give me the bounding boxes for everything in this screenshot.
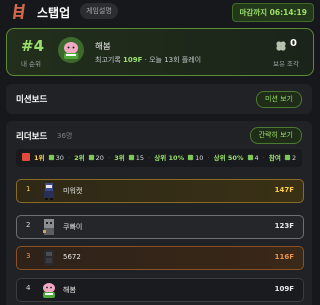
avatar bbox=[44, 250, 54, 265]
reward-tier-label: 1위 bbox=[33, 154, 45, 162]
reward-tier-label: 상위 10% bbox=[154, 154, 185, 162]
leaderboard-row[interactable]: 3 5672 116F bbox=[16, 246, 304, 270]
leaderboard-row[interactable]: 4 해봄 109F bbox=[16, 278, 304, 302]
row-rank: 1 bbox=[26, 185, 31, 193]
row-rank: 4 bbox=[26, 284, 31, 292]
record-value: 109F bbox=[123, 56, 143, 64]
reward-tier-label: 3위 bbox=[114, 154, 125, 162]
avatar bbox=[43, 283, 55, 298]
leaderboard-row[interactable]: 2 쿠빠이 123F bbox=[16, 215, 304, 239]
clover-icon bbox=[247, 154, 253, 161]
row-name: 해봄 bbox=[63, 286, 76, 294]
reward-tier-label: 2위 bbox=[74, 154, 85, 162]
gift-icon bbox=[21, 153, 30, 161]
reward-amount: 15 bbox=[135, 154, 145, 162]
leaderboard-count: 36명 bbox=[57, 132, 73, 140]
clover-icon bbox=[48, 154, 54, 161]
my-name: 해봄 bbox=[95, 42, 111, 52]
row-floor: 123F bbox=[274, 222, 294, 230]
clover-label: 보유 조각 bbox=[273, 60, 299, 68]
row-floor: 147F bbox=[274, 186, 294, 194]
reward-amount: 2 bbox=[291, 154, 297, 162]
clover-icon bbox=[284, 154, 291, 161]
leaderboard-row[interactable]: 1 미워캣 147F bbox=[16, 179, 304, 203]
row-name: 미워캣 bbox=[63, 187, 83, 195]
row-name: 쿠빠이 bbox=[63, 223, 83, 231]
leaderboard: 리더보드 36명 간략히 보기 1위 30 · 2위 20 · 3위 15 · … bbox=[6, 121, 312, 305]
avatar bbox=[43, 219, 54, 235]
clover-icon bbox=[276, 41, 286, 51]
deadline-timer: 마감까지 06:14:19 bbox=[232, 3, 314, 22]
view-missions-button[interactable]: 미션 보기 bbox=[256, 91, 302, 108]
my-rank-label: 내 순위 bbox=[21, 60, 42, 68]
record-prefix: 최고기록 bbox=[95, 56, 121, 64]
reward-amount: 20 bbox=[95, 154, 104, 162]
row-rank: 3 bbox=[26, 252, 31, 260]
header: 스탭업 게임설명 마감까지 06:14:19 bbox=[0, 0, 320, 24]
avatar bbox=[44, 183, 54, 200]
leaderboard-title: 리더보드 bbox=[16, 132, 48, 142]
compact-view-button[interactable]: 간략히 보기 bbox=[249, 127, 302, 144]
my-rank-number: #4 bbox=[21, 37, 45, 55]
my-record: 최고기록 109F · 오늘 13회 플레이 bbox=[95, 55, 201, 65]
game-guide-button[interactable]: 게임설명 bbox=[80, 3, 118, 19]
row-floor: 116F bbox=[274, 253, 294, 261]
row-rank: 2 bbox=[26, 221, 31, 229]
my-rank-card: #4 내 순위 해봄 최고기록 109F · 오늘 13회 플레이 0 보유 조… bbox=[6, 28, 314, 76]
reward-tiers: 1위 30 · 2위 20 · 3위 15 · 상위 10% 10 · 상위 5… bbox=[16, 149, 302, 167]
clover-icon bbox=[128, 154, 134, 161]
reward-amount: 4 bbox=[254, 154, 259, 162]
reward-tier-label: 상위 50% bbox=[213, 154, 244, 162]
clover-count: 0 bbox=[290, 38, 297, 49]
reward-amount: 10 bbox=[195, 154, 204, 162]
row-floor: 109F bbox=[274, 285, 294, 293]
clover-icon bbox=[187, 154, 194, 161]
mission-board: 미션보드 미션 보기 bbox=[6, 84, 312, 114]
reward-amount: 30 bbox=[55, 154, 64, 162]
app-title: 스탭업 bbox=[37, 6, 71, 20]
ladder-icon bbox=[13, 4, 25, 19]
clover-icon bbox=[88, 154, 94, 161]
record-suffix: · 오늘 13회 플레이 bbox=[144, 56, 202, 64]
my-avatar bbox=[58, 37, 84, 63]
row-name: 5672 bbox=[63, 253, 81, 261]
mission-board-title: 미션보드 bbox=[16, 95, 48, 105]
reward-tier-label: 참여 bbox=[268, 154, 281, 162]
